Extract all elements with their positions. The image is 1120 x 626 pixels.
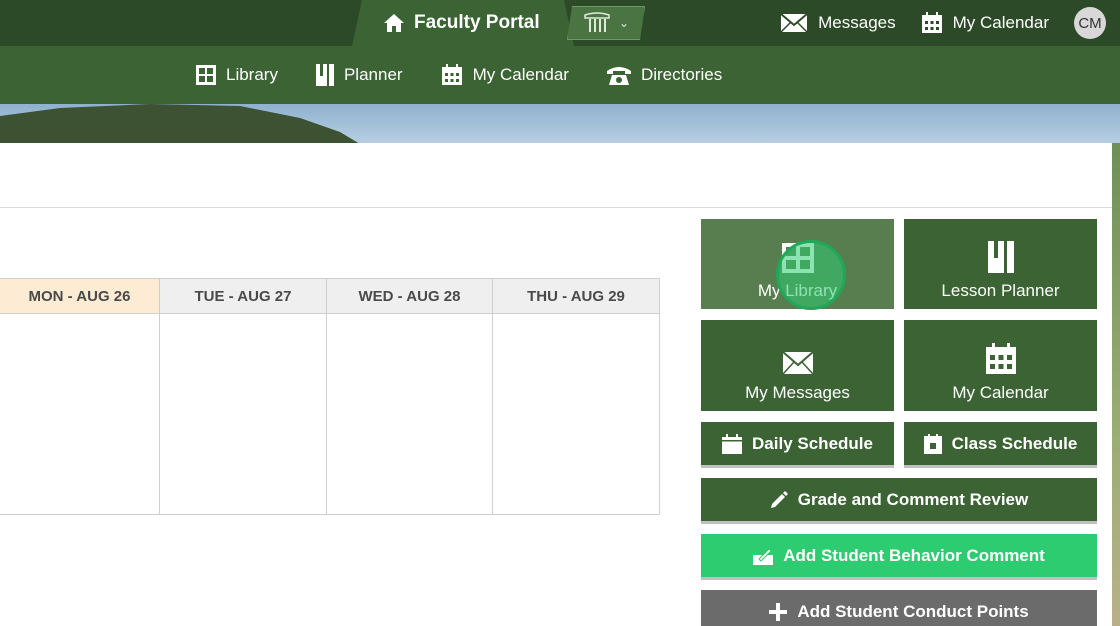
calendar-icon bbox=[985, 343, 1017, 375]
top-messages-label: Messages bbox=[818, 13, 896, 32]
background-photo-edge bbox=[1112, 143, 1120, 626]
tile-my-library-label: My Library bbox=[757, 281, 838, 300]
top-right-links: Messages My Calendar CM bbox=[780, 0, 1120, 46]
calendar-icon bbox=[441, 64, 463, 86]
nav-my-calendar[interactable]: My Calendar bbox=[441, 64, 569, 86]
nav-directories-label: Directories bbox=[640, 65, 723, 84]
grade-comment-review-label: Grade and Comment Review bbox=[797, 489, 1029, 509]
panel-header bbox=[0, 143, 1112, 208]
user-avatar[interactable]: CM bbox=[1074, 7, 1106, 39]
book-icon bbox=[315, 64, 334, 86]
class-schedule-button[interactable]: Class Schedule bbox=[904, 422, 1097, 465]
nav-library[interactable]: Library bbox=[196, 65, 278, 85]
add-behavior-comment-label: Add Student Behavior Comment bbox=[783, 545, 1045, 565]
nav-items: Library Planner My Calendar Directories bbox=[196, 46, 760, 104]
faculty-portal-link[interactable]: Faculty Portal bbox=[384, 0, 540, 46]
envelope-icon bbox=[781, 351, 814, 375]
main-nav: Library Planner My Calendar Directories bbox=[0, 46, 1120, 104]
hero-banner bbox=[0, 104, 1120, 144]
pencil-icon bbox=[770, 490, 788, 509]
calendar-page-icon bbox=[722, 433, 743, 454]
nav-directories[interactable]: Directories bbox=[606, 65, 723, 85]
daily-schedule-label: Daily Schedule bbox=[752, 433, 873, 453]
nav-library-label: Library bbox=[226, 65, 278, 84]
top-calendar-label: My Calendar bbox=[952, 13, 1049, 32]
calendar-dot-icon bbox=[923, 433, 942, 454]
daily-schedule-button[interactable]: Daily Schedule bbox=[701, 422, 894, 465]
day-cell-thu[interactable] bbox=[493, 314, 659, 514]
add-behavior-comment-button[interactable]: Add Student Behavior Comment bbox=[701, 534, 1097, 577]
chevron-down-icon: ⌄ bbox=[618, 16, 630, 30]
class-schedule-label: Class Schedule bbox=[951, 433, 1078, 453]
tile-my-messages[interactable]: My Messages bbox=[701, 320, 894, 411]
grid-icon bbox=[781, 243, 814, 273]
day-header-mon[interactable]: MON - AUG 26 bbox=[0, 279, 160, 313]
grade-comment-review-button[interactable]: Grade and Comment Review bbox=[701, 478, 1097, 521]
home-icon bbox=[384, 14, 404, 32]
calendar-header-row: MON - AUG 26 TUE - AUG 27 WED - AUG 28 T… bbox=[0, 279, 659, 314]
day-cell-tue[interactable] bbox=[160, 314, 327, 514]
nav-my-calendar-label: My Calendar bbox=[472, 65, 569, 84]
add-conduct-points-button[interactable]: Add Student Conduct Points bbox=[701, 590, 1097, 626]
tile-lesson-planner[interactable]: Lesson Planner bbox=[904, 219, 1097, 309]
phone-icon bbox=[606, 65, 631, 85]
top-bar: Faculty Portal ⌄ Messages My Calendar CM bbox=[0, 0, 1120, 46]
tile-my-library[interactable]: My Library bbox=[701, 219, 894, 309]
mountain-silhouette bbox=[0, 104, 360, 144]
add-conduct-points-label: Add Student Conduct Points bbox=[797, 601, 1029, 621]
signature-icon bbox=[753, 547, 774, 565]
top-messages-link[interactable]: Messages bbox=[780, 13, 896, 33]
day-cell-mon[interactable] bbox=[0, 314, 160, 514]
envelope-icon bbox=[780, 13, 808, 33]
nav-planner-label: Planner bbox=[343, 65, 403, 84]
content-panel: MON - AUG 26 TUE - AUG 27 WED - AUG 28 T… bbox=[0, 143, 1112, 626]
nav-planner[interactable]: Planner bbox=[315, 64, 403, 86]
column-logo-icon bbox=[583, 12, 611, 34]
tile-my-calendar[interactable]: My Calendar bbox=[904, 320, 1097, 411]
tile-my-calendar-label: My Calendar bbox=[952, 383, 1049, 402]
day-cell-wed[interactable] bbox=[327, 314, 493, 514]
tile-lesson-planner-label: Lesson Planner bbox=[941, 281, 1060, 300]
calendar-icon bbox=[921, 12, 943, 34]
day-header-wed[interactable]: WED - AUG 28 bbox=[327, 279, 493, 313]
top-calendar-link[interactable]: My Calendar bbox=[921, 12, 1049, 34]
week-calendar: MON - AUG 26 TUE - AUG 27 WED - AUG 28 T… bbox=[0, 278, 660, 515]
plus-icon bbox=[769, 602, 788, 621]
calendar-body-row bbox=[0, 314, 659, 514]
tile-my-messages-label: My Messages bbox=[745, 383, 850, 402]
book-icon bbox=[987, 241, 1014, 273]
day-header-tue[interactable]: TUE - AUG 27 bbox=[160, 279, 327, 313]
faculty-portal-label: Faculty Portal bbox=[414, 12, 540, 33]
day-header-thu[interactable]: THU - AUG 29 bbox=[493, 279, 659, 313]
grid-icon bbox=[196, 65, 216, 85]
school-switcher[interactable]: ⌄ bbox=[567, 6, 645, 40]
